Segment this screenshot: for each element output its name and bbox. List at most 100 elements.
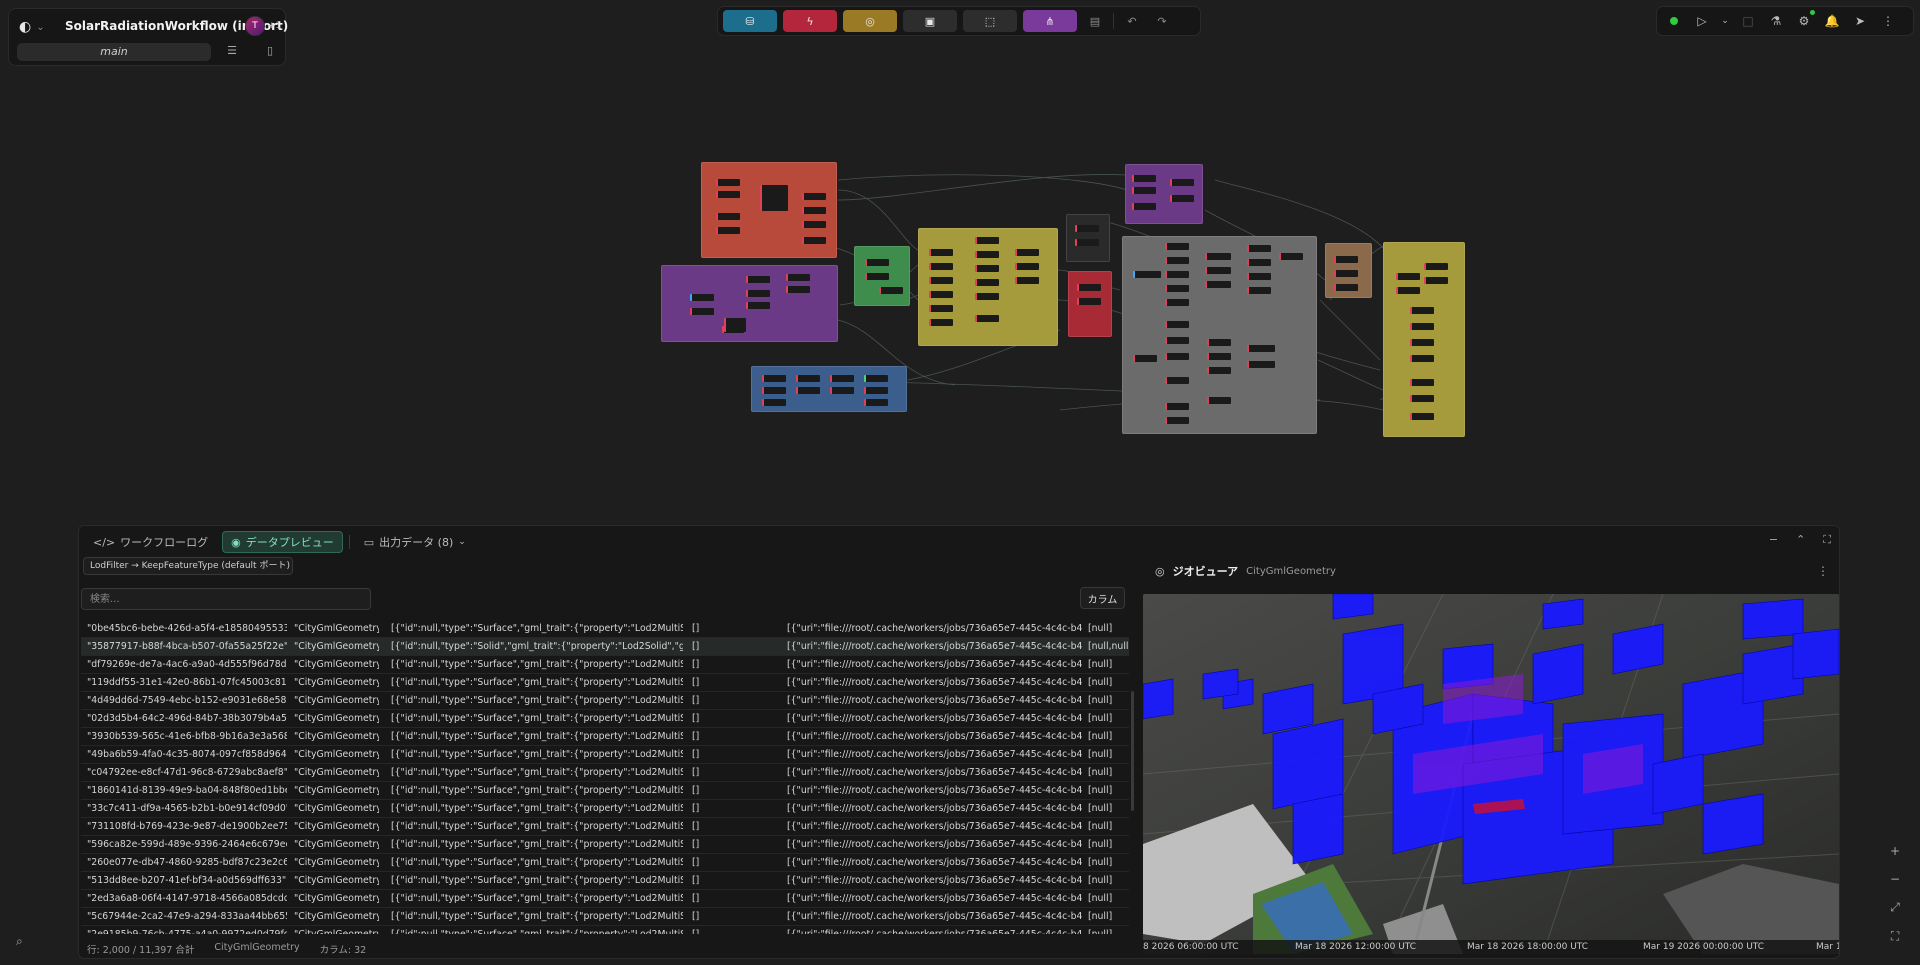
table-row[interactable]: "4d49dd6d-7549-4ebc-b152-e9031e68e580" "C… <box>81 692 1129 710</box>
column-button[interactable]: カラム <box>1080 587 1125 609</box>
table-row[interactable]: "2ed3a6a8-06f4-4147-9718-4566a085dcdc" "C… <box>81 890 1129 908</box>
bottom-tabs: </> ワークフローログ ◉ データプレビュー ▭ 出力データ (8) ⌄ <box>85 528 474 556</box>
node-group-purple-left[interactable] <box>661 265 838 342</box>
table-cell: "CityGmlGeometry" <box>294 803 379 814</box>
node-group-gray[interactable] <box>1122 236 1317 434</box>
table-cell: "CityGmlGeometry" <box>294 911 379 922</box>
bell-icon[interactable]: 🔔 <box>1823 12 1841 30</box>
undo-icon[interactable]: ↶ <box>1120 10 1144 32</box>
table-row[interactable]: "260e077e-db47-4860-9285-bdf87c23e2c6" "C… <box>81 854 1129 872</box>
table-cell: "33c7c411-df9a-4565-b2b1-b0e914cf09d0" <box>87 803 287 814</box>
table-cell: [null] <box>1088 749 1113 760</box>
reader-node-button[interactable]: ⛁ <box>723 10 777 32</box>
node-group-brown[interactable] <box>1325 243 1372 298</box>
transformer-node-button[interactable]: ϟ <box>783 10 837 32</box>
fullscreen-icon[interactable]: ⛶ <box>1823 533 1831 547</box>
table-row[interactable]: "596ca82e-599d-489e-9396-2464e6c679ee" "C… <box>81 836 1129 854</box>
table-cell: "1860141d-8139-49e9-ba04-848f80ed1bbe" <box>87 785 287 796</box>
table-row[interactable]: "119ddf55-31e1-42e0-86b1-07fc45003c81" "C… <box>81 674 1129 692</box>
list-icon[interactable]: ☰ <box>224 44 240 57</box>
more-icon[interactable]: ⋮ <box>1817 564 1829 578</box>
table-cell: "CityGmlGeometry" <box>294 929 379 934</box>
debug-icon[interactable]: ⚗ <box>1767 12 1785 30</box>
fit-view-icon[interactable]: ⤢ <box>1890 900 1900 915</box>
node-group-purple-top[interactable] <box>1125 164 1203 224</box>
toolbar-divider <box>1113 13 1114 29</box>
table-row[interactable]: "3930b539-565c-41e6-bfb8-9b16a3e3a568" "C… <box>81 728 1129 746</box>
table-row[interactable]: "1860141d-8139-49e9-ba04-848f80ed1bbe" "C… <box>81 782 1129 800</box>
send-icon[interactable]: ➤ <box>1851 12 1869 30</box>
table-row[interactable]: "02d3d5b4-64c2-496d-84b7-38b3079b4a5c" "C… <box>81 710 1129 728</box>
fullscreen-icon[interactable]: ⛶ <box>1891 929 1899 944</box>
table-cell: [{"uri":"file:///root/.cache/workers/job… <box>787 659 1083 670</box>
table-cell: [null] <box>1088 767 1113 778</box>
table-cell: [null] <box>1088 785 1113 796</box>
node-group-red-small[interactable] <box>1068 271 1112 337</box>
table-scrollbar[interactable] <box>1131 691 1134 811</box>
branch-selector[interactable]: main <box>17 43 211 61</box>
table-cell: "CityGmlGeometry" <box>294 893 379 904</box>
table-cell: "CityGmlGeometry" <box>294 857 379 868</box>
table-cell: [null] <box>1088 839 1113 850</box>
table-cell: [null] <box>1088 659 1113 670</box>
node-group-green[interactable] <box>854 246 910 306</box>
table-row[interactable]: "c04792ee-e8cf-47d1-96c8-6729abc8aef8" "C… <box>81 764 1129 782</box>
node-group-blue[interactable] <box>751 366 907 412</box>
table-row[interactable]: "5c67944e-2ca2-47e9-a294-833aa44bb655" "C… <box>81 908 1129 926</box>
timeline-bar[interactable]: 8 2026 06:00:00 UTC Mar 18 2026 12:00:00… <box>1143 940 1839 954</box>
table-row[interactable]: "731108fd-b769-423e-9e87-de1900b2ee75" "C… <box>81 818 1129 836</box>
tab-output-data[interactable]: ▭ 出力データ (8) ⌄ <box>356 531 474 553</box>
table-cell: [] <box>692 839 700 850</box>
node-group-red[interactable] <box>701 162 837 258</box>
table-cell: [null] <box>1088 623 1113 634</box>
tab-data-preview[interactable]: ◉ データプレビュー <box>222 531 343 553</box>
search-input[interactable] <box>81 588 371 610</box>
app-logo-menu[interactable]: ◐ ⌄ <box>19 16 53 38</box>
table-row[interactable]: "49ba6b59-4fa0-4c35-8074-097cf858d964" "C… <box>81 746 1129 764</box>
avatar: T <box>245 16 265 36</box>
table-row[interactable]: "33c7c411-df9a-4565-b2b1-b0e914cf09d0" "C… <box>81 800 1129 818</box>
table-cell: [] <box>692 857 700 868</box>
node-group-yellow-left[interactable] <box>918 228 1058 346</box>
minimize-icon[interactable]: − <box>1769 533 1778 547</box>
table-cell: [] <box>692 659 700 670</box>
database-icon: ⛁ <box>745 14 755 28</box>
batch-node-button[interactable]: ⬚ <box>963 10 1017 32</box>
table-cell: "3930b539-565c-41e6-bfb8-9b16a3e3a568" <box>87 731 287 742</box>
table-row[interactable]: "35877917-b88f-4bca-b507-0fa55a25f22e" "C… <box>81 638 1129 656</box>
writer-node-button[interactable]: ◎ <box>843 10 897 32</box>
table-cell: "513dd8ee-b207-41ef-bf34-a0d569dff633" <box>87 875 287 886</box>
table-cell: [{"uri":"file:///root/.cache/workers/job… <box>787 677 1083 688</box>
table-cell: [{"uri":"file:///root/.cache/workers/job… <box>787 623 1083 634</box>
play-icon[interactable]: ▷ <box>1693 12 1711 30</box>
table-cell: [null] <box>1088 911 1113 922</box>
search-icon[interactable]: ⌕ <box>16 934 23 949</box>
node-group-dark[interactable] <box>1066 214 1110 262</box>
workers-icon[interactable]: ⚙ <box>1795 10 1815 30</box>
table-row[interactable]: "df79269e-de7a-4ac6-a9a0-4d555f96d78d" "C… <box>81 656 1129 674</box>
chevron-down-icon[interactable]: ⌄ <box>1721 12 1729 30</box>
port-select[interactable]: LodFilter → KeepFeatureType (default ポート… <box>83 557 293 575</box>
table-cell: [null,null,n <box>1088 641 1128 652</box>
table-cell: "CityGmlGeometry" <box>294 659 379 670</box>
chevron-up-icon[interactable]: ⌃ <box>1796 533 1805 547</box>
collaborators[interactable]: T +1 <box>245 16 281 36</box>
redo-icon[interactable]: ↷ <box>1150 10 1174 32</box>
zoom-in-icon[interactable]: + <box>1890 844 1900 858</box>
document-icon[interactable]: ▯ <box>262 44 278 57</box>
run-toolbar: ▷ ⌄ □ ⚗ ⚙ 🔔 ➤ ⋮ <box>1656 6 1914 36</box>
geo-viewer-map[interactable]: 8 2026 06:00:00 UTC Mar 18 2026 12:00:00… <box>1143 594 1839 954</box>
table-row[interactable]: "0be45bc6-bebe-426d-a5f4-e18580495533" "C… <box>81 620 1129 638</box>
zoom-out-icon[interactable]: − <box>1890 872 1900 886</box>
panel-controls: − ⌃ ⛶ <box>1769 533 1831 547</box>
table-row[interactable]: "513dd8ee-b207-41ef-bf34-a0d569dff633" "C… <box>81 872 1129 890</box>
tab-workflow-log[interactable]: </> ワークフローログ <box>85 531 216 553</box>
table-row[interactable]: "2e9185b9-76cb-4775-a4a0-9972ed0d79fd" "C… <box>81 926 1129 934</box>
layout-icon[interactable]: ▤ <box>1083 10 1107 32</box>
stop-icon[interactable]: □ <box>1739 12 1757 30</box>
more-icon[interactable]: ⋮ <box>1879 12 1897 30</box>
table-cell: [{"id":null,"type":"Surface","gml_trait"… <box>391 623 683 634</box>
note-node-button[interactable]: ▣ <box>903 10 957 32</box>
node-group-yellow-right[interactable] <box>1383 242 1465 437</box>
subworkflow-node-button[interactable]: ⋔ <box>1023 10 1077 32</box>
